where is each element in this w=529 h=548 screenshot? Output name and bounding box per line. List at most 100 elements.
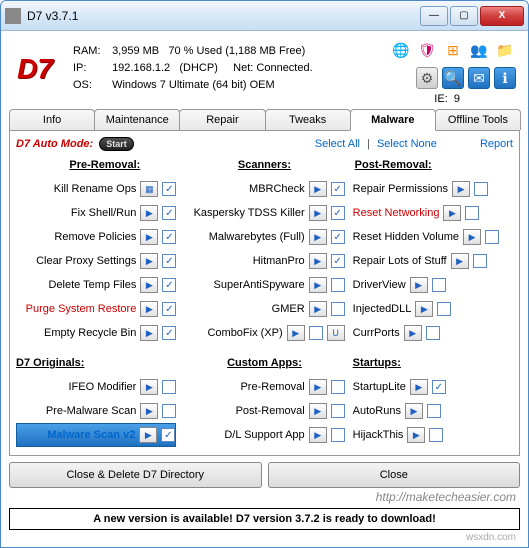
checkbox[interactable] (162, 254, 176, 268)
checkbox[interactable] (465, 206, 479, 220)
gear-icon[interactable]: ⚙ (416, 67, 438, 89)
option-label: IFEO Modifier (68, 381, 136, 393)
option-label: Purge System Restore (26, 303, 137, 315)
run-button[interactable]: ▶ (309, 379, 327, 395)
checkbox[interactable] (473, 254, 487, 268)
select-none-link[interactable]: Select None (377, 138, 437, 150)
run-button[interactable]: ▶ (309, 229, 327, 245)
run-button[interactable]: ▶ (140, 325, 158, 341)
checkbox[interactable] (426, 326, 440, 340)
run-button[interactable]: ▶ (140, 253, 158, 269)
checkbox[interactable] (331, 278, 345, 292)
checkbox[interactable] (162, 230, 176, 244)
checkbox[interactable] (162, 278, 176, 292)
report-link[interactable]: Report (480, 138, 513, 150)
checkbox[interactable] (162, 182, 176, 196)
option-label: Kaspersky TDSS Killer (194, 207, 305, 219)
checkbox[interactable] (162, 404, 176, 418)
run-button[interactable]: ▶ (139, 427, 157, 443)
checkbox[interactable] (432, 278, 446, 292)
option-gmer: GMER▶ (184, 297, 344, 321)
run-button[interactable]: ▶ (140, 229, 158, 245)
run-button[interactable]: ▶ (443, 205, 461, 221)
tab-repair[interactable]: Repair (179, 109, 265, 130)
select-all-link[interactable]: Select All (315, 138, 360, 150)
checkbox[interactable] (432, 380, 446, 394)
close-window-button[interactable]: X (480, 6, 524, 26)
checkbox[interactable] (437, 302, 451, 316)
run-button[interactable]: ▶ (287, 325, 305, 341)
option-remove-policies: Remove Policies▶ (16, 225, 176, 249)
search-icon[interactable]: 🔍 (442, 67, 464, 89)
tab-tweaks[interactable]: Tweaks (265, 109, 351, 130)
option-label: Malwarebytes (Full) (209, 231, 305, 243)
update-banner: A new version is available! D7 version 3… (9, 508, 520, 530)
folder-icon[interactable]: 📁 (494, 39, 516, 61)
close-delete-button[interactable]: Close & Delete D7 Directory (9, 462, 262, 488)
run-button[interactable]: ▶ (405, 403, 423, 419)
checkbox[interactable] (474, 182, 488, 196)
checkbox[interactable] (429, 428, 443, 442)
checkbox[interactable] (161, 428, 175, 442)
checkbox[interactable] (331, 182, 345, 196)
run-button[interactable]: ▶ (309, 403, 327, 419)
checkbox[interactable] (331, 206, 345, 220)
run-button[interactable]: ▶ (140, 379, 158, 395)
run-button[interactable]: ▶ (309, 181, 327, 197)
run-button[interactable]: ▶ (410, 379, 428, 395)
ram-label: RAM: (73, 43, 109, 60)
run-button[interactable]: ▶ (140, 403, 158, 419)
section-scanners: Scanners: (184, 159, 344, 171)
run-button[interactable]: ▶ (140, 205, 158, 221)
run-button[interactable]: ▶ (309, 277, 327, 293)
tab-info[interactable]: Info (9, 109, 95, 130)
option-label: StartupLite (353, 381, 406, 393)
option-injecteddll: InjectedDLL▶ (353, 297, 513, 321)
globe-icon[interactable]: 🌐 (390, 39, 412, 61)
checkbox[interactable] (162, 380, 176, 394)
update-button[interactable]: U (327, 325, 345, 341)
mail-icon[interactable]: ✉ (468, 67, 490, 89)
windows-flag-icon[interactable]: ⊞ (442, 39, 464, 61)
shield-icon[interactable]: 🛡 (416, 39, 438, 61)
run-button[interactable]: ▶ (407, 427, 425, 443)
info-icon[interactable]: ℹ (494, 67, 516, 89)
checkbox[interactable] (331, 428, 345, 442)
run-button[interactable]: ▶ (309, 205, 327, 221)
checkbox[interactable] (331, 380, 345, 394)
run-button[interactable]: ▶ (452, 181, 470, 197)
option-reset-hidden-volume: Reset Hidden Volume▶ (353, 225, 513, 249)
checkbox[interactable] (427, 404, 441, 418)
minimize-button[interactable]: — (420, 6, 448, 26)
checkbox[interactable] (331, 230, 345, 244)
checkbox[interactable] (162, 326, 176, 340)
run-button[interactable]: ▶ (404, 325, 422, 341)
close-button[interactable]: Close (268, 462, 521, 488)
option-startuplite: StartupLite ▶ (353, 375, 513, 399)
run-button[interactable]: ▶ (451, 253, 469, 269)
run-button[interactable]: ▶ (410, 277, 428, 293)
run-button[interactable]: ▶ (140, 301, 158, 317)
checkbox[interactable] (309, 326, 323, 340)
checkbox[interactable] (331, 254, 345, 268)
maximize-button[interactable]: ▢ (450, 6, 478, 26)
run-button[interactable]: ▶ (140, 277, 158, 293)
checkbox[interactable] (162, 302, 176, 316)
tab-maintenance[interactable]: Maintenance (94, 109, 180, 130)
run-button[interactable]: ▶ (309, 427, 327, 443)
checkbox[interactable] (331, 404, 345, 418)
option-label: SuperAntiSpyware (214, 279, 305, 291)
checkbox[interactable] (331, 302, 345, 316)
option-label: D/L Support App (224, 429, 304, 441)
run-button[interactable]: ▶ (415, 301, 433, 317)
run-button[interactable]: ▶ (463, 229, 481, 245)
tab-offline-tools[interactable]: Offline Tools (435, 109, 521, 130)
run-button[interactable]: ▦ (140, 181, 158, 197)
checkbox[interactable] (485, 230, 499, 244)
run-button[interactable]: ▶ (309, 301, 327, 317)
checkbox[interactable] (162, 206, 176, 220)
users-icon[interactable]: 👥 (468, 39, 490, 61)
start-button[interactable]: Start (99, 137, 134, 151)
run-button[interactable]: ▶ (309, 253, 327, 269)
tab-malware[interactable]: Malware (350, 109, 436, 131)
